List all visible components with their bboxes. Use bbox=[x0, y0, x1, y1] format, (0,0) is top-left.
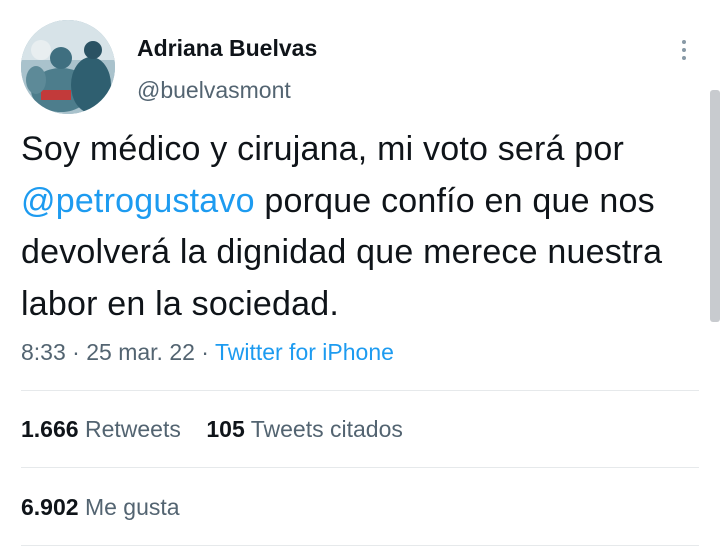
divider bbox=[21, 467, 699, 468]
more-dot bbox=[682, 56, 686, 60]
scrollbar[interactable] bbox=[710, 90, 720, 322]
quotes-count: 105 bbox=[206, 416, 245, 442]
retweets-label: Retweets bbox=[84, 416, 181, 442]
more-vertical-icon bbox=[682, 40, 686, 44]
quotes-label: Tweets citados bbox=[250, 416, 403, 442]
more-dot bbox=[682, 48, 686, 52]
likes-stat[interactable]: 6.902 Me gusta bbox=[21, 494, 180, 520]
stats-row-likes: 6.902 Me gusta bbox=[21, 494, 180, 521]
mention-link[interactable]: @petrogustavo bbox=[21, 182, 255, 220]
tweet-source-link[interactable]: Twitter for iPhone bbox=[215, 339, 394, 365]
meta-separator: · bbox=[194, 339, 215, 365]
divider bbox=[21, 390, 699, 391]
author-handle[interactable]: @buelvasmont bbox=[137, 77, 291, 104]
likes-label: Me gusta bbox=[84, 494, 180, 520]
meta-separator: · bbox=[65, 339, 87, 365]
more-options-button[interactable] bbox=[672, 38, 696, 62]
avatar[interactable] bbox=[21, 20, 115, 114]
tweet-text: Soy médico y cirujana, mi voto será por … bbox=[21, 124, 701, 330]
divider bbox=[21, 545, 699, 546]
retweets-count: 1.666 bbox=[21, 416, 79, 442]
likes-count: 6.902 bbox=[21, 494, 79, 520]
author-name[interactable]: Adriana Buelvas bbox=[137, 35, 317, 62]
tweet-time[interactable]: 8:33 bbox=[21, 339, 66, 365]
tweet-text-before: Soy médico y cirujana, mi voto será por bbox=[21, 130, 625, 168]
retweets-stat[interactable]: 1.666 Retweets bbox=[21, 416, 181, 442]
tweet-date[interactable]: 25 mar. 22 bbox=[86, 339, 195, 365]
stats-row-retweets: 1.666 Retweets 105 Tweets citados bbox=[21, 416, 403, 443]
tweet-meta: 8:33 · 25 mar. 22 · Twitter for iPhone bbox=[21, 339, 394, 366]
quotes-stat[interactable]: 105 Tweets citados bbox=[206, 416, 403, 442]
